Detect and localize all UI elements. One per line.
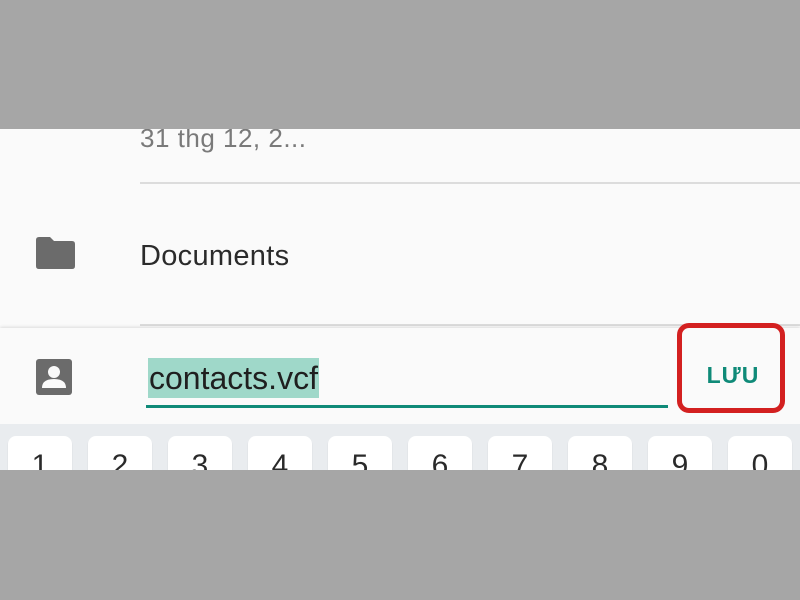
- key-0[interactable]: 0: [728, 436, 792, 470]
- previous-item-subtitle: 31 thg 12, 2...: [140, 129, 307, 153]
- key-7[interactable]: 7: [488, 436, 552, 470]
- key-1[interactable]: 1: [8, 436, 72, 470]
- letterbox-top: [0, 0, 800, 129]
- save-dialog-screen: 31 thg 12, 2... Documents contacts.vcf L…: [0, 129, 800, 470]
- letterbox-bottom: [0, 470, 800, 600]
- folder-icon: [36, 237, 75, 269]
- key-6[interactable]: 6: [408, 436, 472, 470]
- key-9[interactable]: 9: [648, 436, 712, 470]
- key-4[interactable]: 4: [248, 436, 312, 470]
- filename-input[interactable]: contacts.vcf: [146, 352, 668, 408]
- key-3[interactable]: 3: [168, 436, 232, 470]
- list-item-documents-folder[interactable]: Documents: [0, 185, 800, 325]
- list-divider: [140, 182, 800, 184]
- filename-input-underline: [146, 405, 668, 408]
- on-screen-keyboard: 1 2 3 4 5 6 7 8 9 0: [0, 424, 800, 470]
- key-5[interactable]: 5: [328, 436, 392, 470]
- key-8[interactable]: 8: [568, 436, 632, 470]
- filename-input-value[interactable]: contacts.vcf: [148, 358, 319, 398]
- contact-card-icon: [36, 359, 72, 395]
- save-button[interactable]: LƯU: [690, 352, 776, 398]
- key-2[interactable]: 2: [88, 436, 152, 470]
- folder-label: Documents: [140, 240, 290, 272]
- save-bar: contacts.vcf LƯU: [0, 323, 800, 424]
